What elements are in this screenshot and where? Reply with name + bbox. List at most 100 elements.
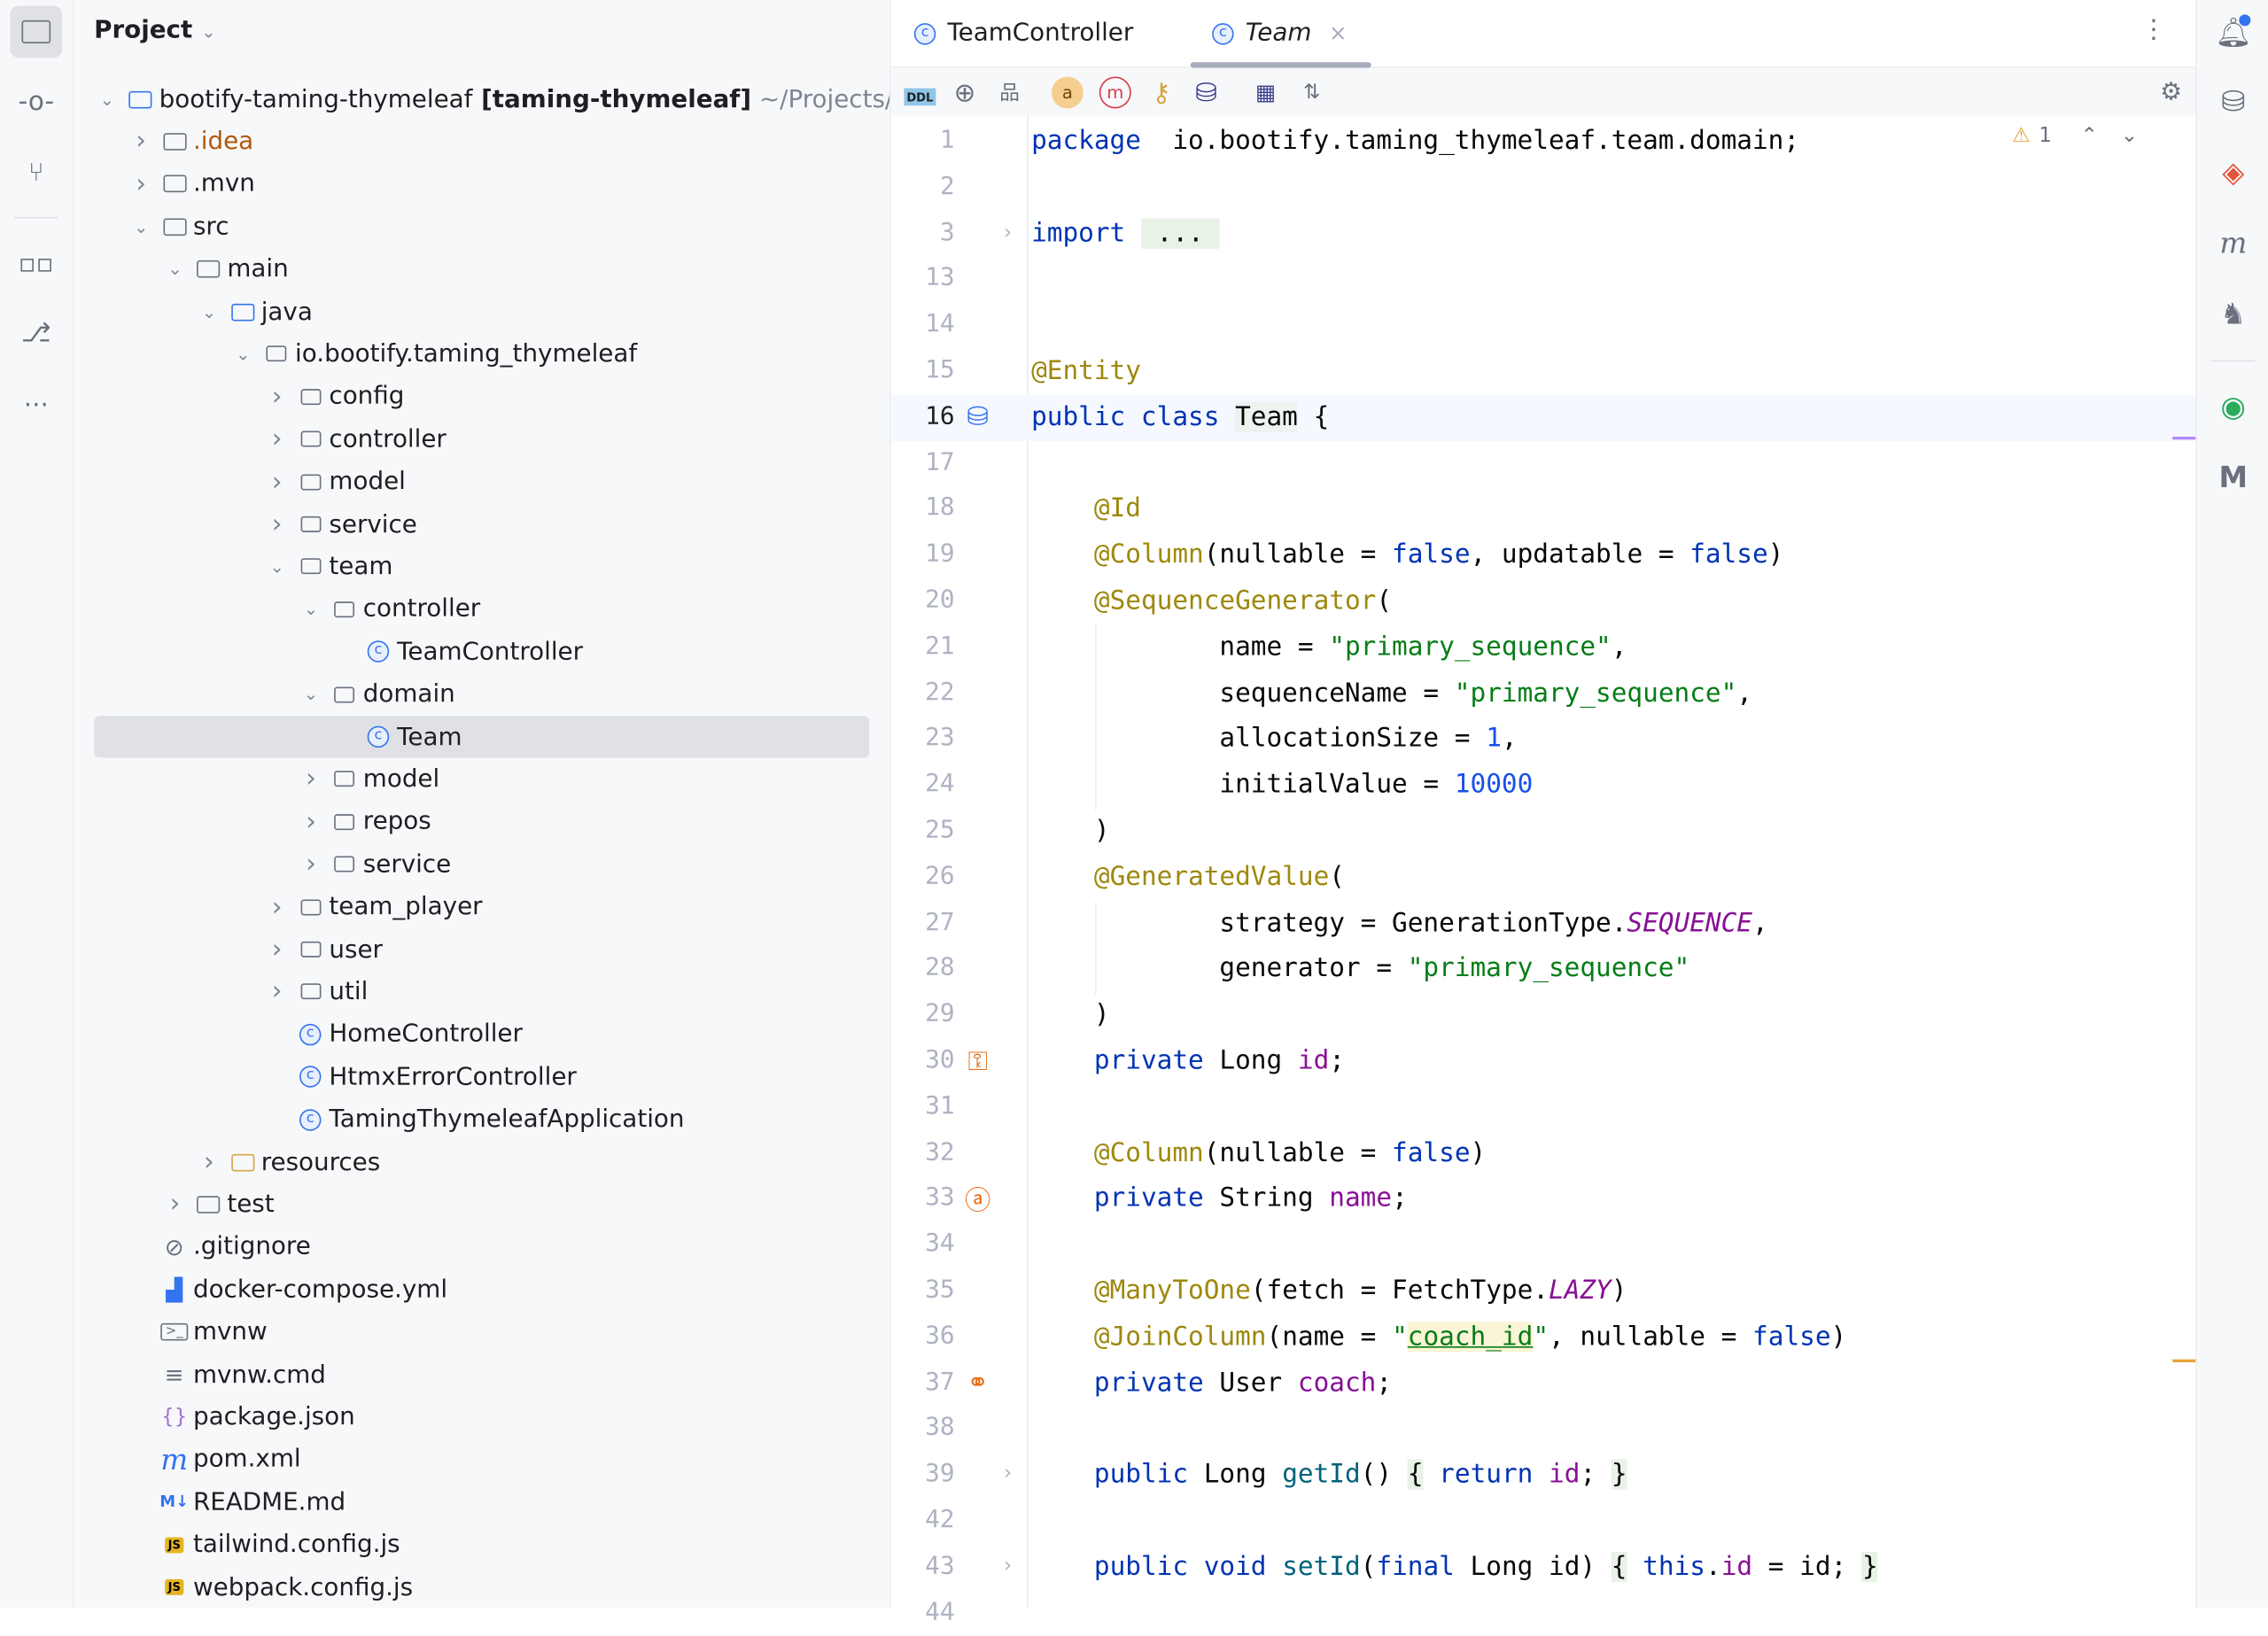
code-line[interactable]: 15 @Entity	[891, 348, 2196, 394]
tree-item-main[interactable]: ⌄ main	[94, 248, 869, 290]
maven-icon[interactable]: m	[2207, 217, 2259, 269]
structure-icon[interactable]: ▫▫	[10, 237, 62, 290]
chevron-right-icon[interactable]: ›	[301, 807, 322, 837]
tree-item-docker-compose-yml[interactable]: ▟ docker-compose.yml	[94, 1268, 869, 1310]
project-folder-icon[interactable]	[10, 5, 63, 58]
tree-item-teamcontroller[interactable]: c TeamController	[94, 631, 869, 672]
tree-item-repos[interactable]: › repos	[94, 801, 869, 842]
code-line[interactable]: 27 strategy = GenerationType.SEQUENCE,	[891, 900, 2196, 946]
ai-assistant-icon[interactable]: ◉	[2207, 380, 2259, 432]
code-line[interactable]: 29 )	[891, 992, 2196, 1038]
code-line[interactable]: 39 › public Long getId() { return id; }	[891, 1452, 2196, 1498]
code-line[interactable]: 21 name = "primary_sequence",	[891, 624, 2196, 671]
entity-table-icon[interactable]: ▦	[1250, 77, 1282, 109]
code-line[interactable]: 3 › import ...	[891, 211, 2196, 257]
chevron-down-icon[interactable]: ⌄	[267, 556, 287, 577]
code-line[interactable]: 28 generator = "primary_sequence"	[891, 946, 2196, 992]
chevron-right-icon[interactable]: ›	[301, 849, 322, 880]
chevron-down-icon[interactable]: ⌄	[301, 599, 322, 619]
jpa-buddy-icon[interactable]: ◈	[2207, 146, 2259, 198]
attribute-icon[interactable]: a	[1051, 76, 1084, 109]
settings-gear-icon[interactable]: ⚙	[2155, 77, 2187, 109]
tree-item-java[interactable]: ⌄ java	[94, 291, 869, 332]
close-tab-icon[interactable]: ×	[1329, 20, 1348, 46]
more-icon[interactable]: ···	[10, 379, 62, 431]
tree-item-controller[interactable]: › controller	[94, 418, 869, 460]
tree-item-package-json[interactable]: {} package.json	[94, 1396, 869, 1438]
tree-item-resources[interactable]: › resources	[94, 1141, 869, 1182]
code-line[interactable]: 13	[891, 257, 2196, 303]
tab-team[interactable]: c Team ×	[1212, 14, 1348, 51]
sort-icon[interactable]: ⇅	[1296, 77, 1328, 109]
code-line[interactable]: 30 ⚿ private Long id;	[891, 1038, 2196, 1084]
tree-item-domain[interactable]: ⌄ domain	[94, 673, 869, 715]
chevron-right-icon[interactable]: ›	[267, 934, 287, 965]
fold-chevron-icon[interactable]: ›	[1004, 211, 1012, 257]
tree-item-team[interactable]: ⌄ team	[94, 546, 869, 587]
tree-item-service[interactable]: › service	[94, 843, 869, 885]
chevron-right-icon[interactable]: ›	[131, 127, 151, 157]
notifications-bell-icon[interactable]: 🔔︎	[2207, 6, 2259, 58]
method-icon[interactable]: m	[1099, 76, 1131, 109]
tree-item-io-bootify-taming-thymeleaf[interactable]: ⌄ io.bootify.taming_thymeleaf	[94, 333, 869, 375]
tree-item-team[interactable]: c Team	[94, 716, 870, 758]
code-line[interactable]: 35 @ManyToOne(fetch = FetchType.LAZY)	[891, 1268, 2196, 1314]
code-line[interactable]: 38	[891, 1407, 2196, 1453]
database-query-icon[interactable]: ⛁	[1191, 77, 1223, 109]
code-line[interactable]: 14	[891, 303, 2196, 349]
tree-item-model[interactable]: › model	[94, 461, 869, 502]
chevron-right-icon[interactable]: ›	[267, 892, 287, 922]
code-line[interactable]: 25 )	[891, 809, 2196, 855]
tree-item-homecontroller[interactable]: c HomeController	[94, 1013, 869, 1055]
code-line[interactable]: 2	[891, 165, 2196, 211]
tree-item-util[interactable]: › util	[94, 971, 869, 1012]
code-line[interactable]: 22 sequenceName = "primary_sequence",	[891, 671, 2196, 717]
fold-chevron-icon[interactable]: ›	[1004, 1452, 1012, 1498]
code-line[interactable]: 26 @GeneratedValue(	[891, 855, 2196, 901]
tree-item-webpack-config-js[interactable]: JS webpack.config.js	[94, 1566, 869, 1608]
hierarchy-icon[interactable]: 品	[994, 77, 1026, 109]
chevron-down-icon[interactable]: ⌄	[301, 684, 322, 704]
id-key-icon[interactable]: ⚿	[963, 1046, 992, 1076]
code-line[interactable]: 1 package io.bootify.taming_thymeleaf.tea…	[891, 119, 2196, 165]
chevron-down-icon[interactable]: ⌄	[198, 301, 219, 322]
tree-item-controller[interactable]: ⌄ controller	[94, 588, 869, 630]
tree-item-pom-xml[interactable]: m pom.xml	[94, 1438, 869, 1480]
chevron-right-icon[interactable]: ›	[267, 467, 287, 497]
code-line[interactable]: 34	[891, 1222, 2196, 1268]
tree-item--idea[interactable]: › .idea	[94, 120, 869, 162]
database-icon[interactable]: ⛁	[2207, 75, 2259, 128]
code-line[interactable]: 43 › public void setId(final Long id) { t…	[891, 1544, 2196, 1590]
chevron-right-icon[interactable]: ›	[165, 1190, 185, 1220]
pull-requests-icon[interactable]: ⑂	[10, 146, 62, 198]
chevron-right-icon[interactable]: ›	[267, 977, 287, 1007]
tree-item-service[interactable]: › service	[94, 503, 869, 545]
tree-item-test[interactable]: › test	[94, 1183, 869, 1225]
code-line[interactable]: 31	[891, 1084, 2196, 1130]
chevron-right-icon[interactable]: ›	[267, 424, 287, 454]
tree-item--gitignore[interactable]: ⊘ .gitignore	[94, 1226, 869, 1268]
chevron-right-icon[interactable]: ›	[267, 382, 287, 412]
chevron-down-icon[interactable]: ⌄	[97, 89, 117, 109]
chevron-right-icon[interactable]: ›	[267, 509, 287, 539]
code-line[interactable]: 18 @Id	[891, 486, 2196, 532]
git-branch-icon[interactable]: ⎇	[10, 306, 62, 359]
code-line[interactable]: 20 @SequenceGenerator(	[891, 578, 2196, 624]
tree-item-tailwind-config-js[interactable]: JS tailwind.config.js	[94, 1524, 869, 1565]
key-icon[interactable]: ⚷	[1146, 77, 1177, 109]
tab-teamcontroller[interactable]: c TeamController	[913, 14, 1133, 51]
relation-icon[interactable]: ⚭	[963, 1369, 992, 1399]
tree-item-model[interactable]: › model	[94, 758, 869, 800]
tree-item-team-player[interactable]: › team_player	[94, 886, 869, 927]
code-line[interactable]: 44	[891, 1590, 2196, 1636]
tree-item-tamingthymeleafapplication[interactable]: c TamingThymeleafApplication	[94, 1098, 869, 1140]
tree-item-config[interactable]: › config	[94, 376, 869, 417]
tree-item--mvn[interactable]: › .mvn	[94, 163, 869, 205]
tree-item-user[interactable]: › user	[94, 928, 869, 970]
database-table-icon[interactable]: ⛁	[963, 402, 992, 432]
crosshair-icon[interactable]: ⊕	[949, 77, 981, 109]
code-line[interactable]: 19 @Column(nullable = false, updatable =…	[891, 532, 2196, 578]
code-line[interactable]: 36 @JoinColumn(name = "coach_id", nullab…	[891, 1314, 2196, 1361]
attribute-icon[interactable]: ⓐ	[963, 1185, 992, 1216]
tree-item-readme-md[interactable]: M↓ README.md	[94, 1481, 869, 1523]
